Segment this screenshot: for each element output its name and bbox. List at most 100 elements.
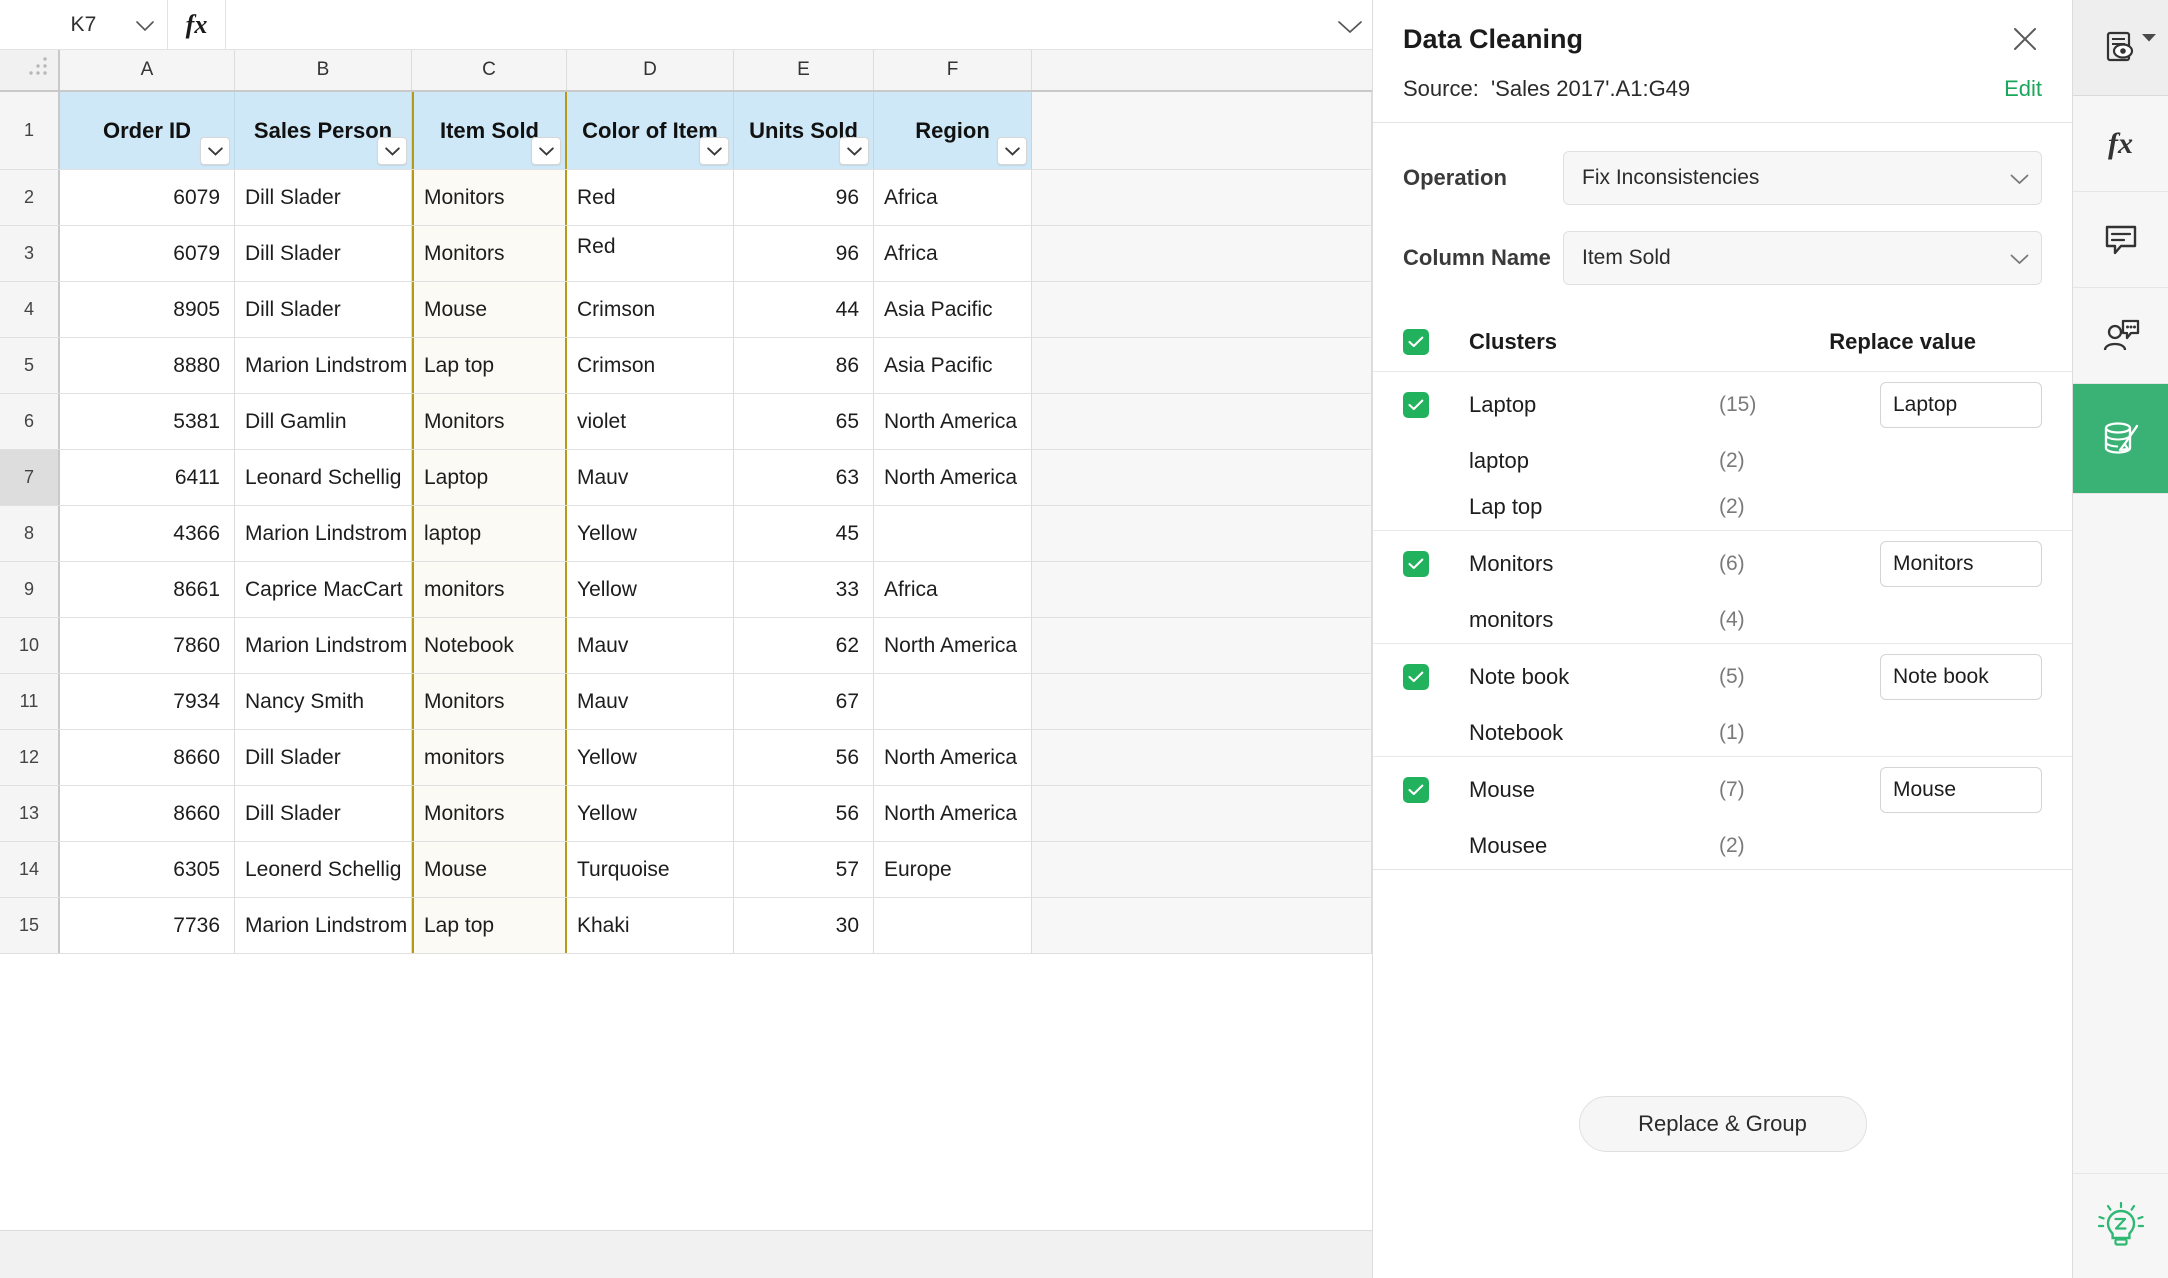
cell-order-id[interactable]: 4366 — [60, 506, 235, 561]
cell-region[interactable]: Asia Pacific — [874, 338, 1032, 393]
cell-sales-person[interactable]: Dill Slader — [235, 170, 412, 225]
cluster-checkbox[interactable] — [1403, 392, 1429, 418]
table-row[interactable]: 3 6079 Dill Slader Monitors Red 96 Africa — [0, 226, 1372, 282]
row-header[interactable]: 6 — [0, 394, 60, 449]
cell-region[interactable]: North America — [874, 618, 1032, 673]
cell-item-sold[interactable]: Lap top — [412, 898, 567, 953]
rail-item-functions[interactable]: fx — [2073, 96, 2168, 192]
cell-region[interactable]: North America — [874, 730, 1032, 785]
select-all-corner[interactable] — [0, 50, 60, 90]
row-header[interactable]: 5 — [0, 338, 60, 393]
cell-order-id[interactable]: 6079 — [60, 226, 235, 281]
table-header-region[interactable]: Region — [874, 92, 1032, 169]
cell-units-sold[interactable]: 67 — [734, 674, 874, 729]
cell-order-id[interactable]: 8660 — [60, 786, 235, 841]
cell-item-sold[interactable]: Monitors — [412, 394, 567, 449]
table-row[interactable]: 14 6305 Leonerd Schellig Mouse Turquoise 57 Eu… — [0, 842, 1372, 898]
cell-color-of-item[interactable]: Yellow — [567, 786, 734, 841]
cell-sales-person[interactable]: Dill Slader — [235, 730, 412, 785]
cluster-checkbox[interactable] — [1403, 777, 1429, 803]
cluster-primary-row[interactable]: Laptop (15) Laptop — [1373, 372, 2072, 438]
cell-color-of-item[interactable]: violet — [567, 394, 734, 449]
cluster-variant-row[interactable]: Mousee (2) — [1373, 823, 2072, 869]
filter-dropdown-icon[interactable] — [531, 137, 561, 165]
filter-dropdown-icon[interactable] — [200, 137, 230, 165]
cell-units-sold[interactable]: 56 — [734, 730, 874, 785]
table-row[interactable]: 2 6079 Dill Slader Monitors Red 96 Africa — [0, 170, 1372, 226]
table-row[interactable]: 12 8660 Dill Slader monitors Yellow 56 North A… — [0, 730, 1372, 786]
cell-order-id[interactable]: 8660 — [60, 730, 235, 785]
cell-region[interactable]: North America — [874, 394, 1032, 449]
cell-item-sold[interactable]: monitors — [412, 562, 567, 617]
cluster-variant-row[interactable]: Notebook (1) — [1373, 710, 2072, 756]
cell-item-sold[interactable]: laptop — [412, 506, 567, 561]
cluster-variant-row[interactable]: monitors (4) — [1373, 597, 2072, 643]
cell-sales-person[interactable]: Leonard Schellig — [235, 450, 412, 505]
cell-color-of-item[interactable]: Khaki — [567, 898, 734, 953]
table-row[interactable]: 6 5381 Dill Gamlin Monitors violet 65 North Am… — [0, 394, 1372, 450]
cell-color-of-item[interactable]: Red — [567, 170, 734, 225]
operation-select[interactable]: Fix Inconsistencies — [1563, 151, 2042, 205]
cell-units-sold[interactable]: 96 — [734, 226, 874, 281]
cell-sales-person[interactable]: Leonerd Schellig — [235, 842, 412, 897]
cell-sales-person[interactable]: Marion Lindstrom — [235, 338, 412, 393]
table-row[interactable]: 7 6411 Leonard Schellig Laptop Mauv 63 North A… — [0, 450, 1372, 506]
cell-item-sold[interactable]: Monitors — [412, 226, 567, 281]
cell-region[interactable] — [874, 506, 1032, 561]
table-header-color-of-item[interactable]: Color of Item — [567, 92, 734, 169]
column-header-d[interactable]: D — [567, 50, 734, 90]
cell-order-id[interactable]: 8880 — [60, 338, 235, 393]
table-row[interactable]: 13 8660 Dill Slader Monitors Yellow 56 North A… — [0, 786, 1372, 842]
column-header-e[interactable]: E — [734, 50, 874, 90]
cell-units-sold[interactable]: 33 — [734, 562, 874, 617]
table-header-order-id[interactable]: Order ID — [60, 92, 235, 169]
cell-order-id[interactable]: 8661 — [60, 562, 235, 617]
cell-order-id[interactable]: 7860 — [60, 618, 235, 673]
cell-color-of-item[interactable]: Yellow — [567, 562, 734, 617]
cell-item-sold[interactable]: Mouse — [412, 842, 567, 897]
cell-units-sold[interactable]: 62 — [734, 618, 874, 673]
cell-units-sold[interactable]: 30 — [734, 898, 874, 953]
rail-item-collaborate[interactable] — [2073, 288, 2168, 384]
rail-item-data-cleaning[interactable] — [2073, 384, 2168, 494]
cluster-variant-row[interactable]: Lap top (2) — [1373, 484, 2072, 530]
row-header[interactable]: 2 — [0, 170, 60, 225]
cell-item-sold[interactable]: Mouse — [412, 282, 567, 337]
cell-color-of-item[interactable]: Crimson — [567, 338, 734, 393]
row-header[interactable]: 8 — [0, 506, 60, 561]
cell-region[interactable]: North America — [874, 786, 1032, 841]
cell-order-id[interactable]: 5381 — [60, 394, 235, 449]
cell-item-sold[interactable]: Lap top — [412, 338, 567, 393]
cell-units-sold[interactable]: 44 — [734, 282, 874, 337]
rail-item-comments[interactable] — [2073, 192, 2168, 288]
replace-value-input[interactable]: Note book — [1880, 654, 2042, 700]
cell-region[interactable]: Africa — [874, 562, 1032, 617]
column-header-f[interactable]: F — [874, 50, 1032, 90]
cell-color-of-item[interactable]: Red — [567, 226, 734, 281]
name-box[interactable]: K7 — [0, 0, 168, 49]
cell-region[interactable]: North America — [874, 450, 1032, 505]
rail-item-preview[interactable] — [2073, 0, 2168, 96]
cell-order-id[interactable]: 7934 — [60, 674, 235, 729]
cell-order-id[interactable]: 6305 — [60, 842, 235, 897]
column-name-select[interactable]: Item Sold — [1563, 231, 2042, 285]
row-header[interactable]: 1 — [0, 92, 60, 169]
cell-sales-person[interactable]: Nancy Smith — [235, 674, 412, 729]
chevron-down-icon[interactable] — [2141, 30, 2157, 48]
cell-sales-person[interactable]: Dill Slader — [235, 282, 412, 337]
table-row[interactable]: 10 7860 Marion Lindstrom Notebook Mauv 62 Nort… — [0, 618, 1372, 674]
cell-color-of-item[interactable]: Mauv — [567, 450, 734, 505]
cell-region[interactable] — [874, 898, 1032, 953]
cell-region[interactable]: Africa — [874, 170, 1032, 225]
cell-order-id[interactable]: 8905 — [60, 282, 235, 337]
cell-sales-person[interactable]: Dill Gamlin — [235, 394, 412, 449]
table-row[interactable]: 5 8880 Marion Lindstrom Lap top Crimson 86 Asi… — [0, 338, 1372, 394]
replace-and-group-button[interactable]: Replace & Group — [1578, 1096, 1867, 1152]
cell-item-sold[interactable]: Monitors — [412, 170, 567, 225]
replace-value-input[interactable]: Mouse — [1880, 767, 2042, 813]
cell-color-of-item[interactable]: Yellow — [567, 730, 734, 785]
cell-color-of-item[interactable]: Mauv — [567, 618, 734, 673]
row-header[interactable]: 7 — [0, 450, 60, 505]
cell-sales-person[interactable]: Marion Lindstrom — [235, 618, 412, 673]
cell-sales-person[interactable]: Caprice MacCart — [235, 562, 412, 617]
